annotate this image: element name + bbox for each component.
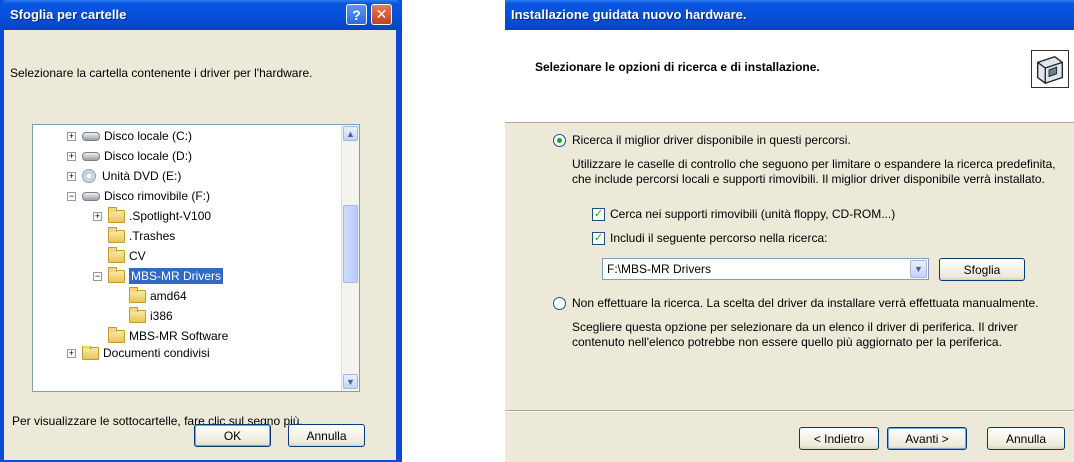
- include-path-label[interactable]: Includi il seguente percorso nella ricer…: [610, 231, 827, 245]
- scroll-down-icon[interactable]: ▼: [343, 374, 358, 389]
- tree-item[interactable]: + Disco locale (D:): [67, 146, 192, 166]
- folder-icon: [129, 306, 146, 323]
- removable-media-label[interactable]: Cerca nei supporti rimovibili (unità flo…: [610, 207, 895, 221]
- wizard-header: Selezionare le opzioni di ricerca e di i…: [505, 30, 1074, 123]
- tree-item-label: CV: [129, 249, 146, 263]
- next-button-label: Avanti >: [905, 431, 949, 446]
- wizard-cancel-button-label: Annulla: [1005, 431, 1047, 446]
- help-button[interactable]: ?: [346, 4, 367, 25]
- tree-item-label: Disco locale (C:): [104, 129, 193, 143]
- tree-item-label: .Trashes: [129, 229, 176, 243]
- tree-item[interactable]: amd64: [129, 286, 187, 306]
- footer-divider: [505, 410, 1074, 412]
- removable-drive-icon: [82, 191, 100, 201]
- close-button[interactable]: ✕: [371, 4, 392, 25]
- hard-drive-icon: [82, 131, 100, 141]
- browse-button-label: Sfoglia: [963, 262, 1001, 277]
- browse-prompt: Selezionare la cartella contenente i dri…: [10, 66, 313, 80]
- scroll-thumb[interactable]: [343, 205, 358, 283]
- wizard-cancel-button[interactable]: Annulla: [987, 427, 1065, 450]
- open-folder-icon: [108, 266, 125, 283]
- tree-item[interactable]: + Documenti condivisi: [67, 346, 210, 360]
- wizard-heading: Selezionare le opzioni di ricerca e di i…: [535, 60, 820, 74]
- folder-tree[interactable]: + Disco locale (C:) + Disco locale (D:) …: [32, 124, 360, 392]
- tree-item-selected[interactable]: − MBS-MR Drivers: [93, 266, 223, 286]
- search-path-value[interactable]: F:\MBS-MR Drivers: [607, 262, 711, 276]
- browse-button[interactable]: Sfoglia: [939, 258, 1025, 281]
- browse-dialog-title: Sfoglia per cartelle: [10, 7, 127, 22]
- tree-item[interactable]: .Trashes: [108, 226, 175, 246]
- back-button-label: < Indietro: [813, 431, 865, 446]
- search-option-radio[interactable]: [553, 134, 566, 147]
- folder-icon: [129, 286, 146, 303]
- folder-icon: [82, 346, 99, 360]
- tree-item-label: Documenti condivisi: [103, 346, 210, 360]
- tree-item-label: MBS-MR Drivers: [129, 268, 223, 284]
- tree-item[interactable]: − Disco rimovibile (F:): [67, 186, 210, 206]
- search-option-label[interactable]: Ricerca il miglior driver disponibile in…: [572, 133, 851, 147]
- tree-scrollbar[interactable]: ▲ ▼: [341, 125, 359, 391]
- tree-item-label: .Spotlight-V100: [129, 209, 212, 223]
- browse-dialog-titlebar[interactable]: Sfoglia per cartelle ? ✕: [0, 0, 402, 30]
- tree-item[interactable]: i386: [129, 306, 173, 326]
- expand-icon[interactable]: +: [93, 211, 102, 221]
- cancel-button-label: Annulla: [306, 428, 347, 443]
- hardware-wizard-dialog: Installazione guidata nuovo hardware. Se…: [505, 0, 1074, 462]
- manual-description-line-1: Scegliere questa opzione per selezionare…: [572, 320, 1018, 334]
- back-button[interactable]: < Indietro: [799, 427, 879, 450]
- hardware-icon: [1031, 50, 1069, 88]
- search-path-combobox[interactable]: F:\MBS-MR Drivers ▼: [602, 258, 929, 280]
- wizard-title: Installazione guidata nuovo hardware.: [511, 7, 747, 22]
- tree-item-label: Disco rimovibile (F:): [104, 189, 211, 203]
- tree-item-label: Unità DVD (E:): [102, 169, 182, 183]
- tree-item-label: amd64: [150, 289, 187, 303]
- help-icon: ?: [352, 6, 361, 23]
- next-button[interactable]: Avanti >: [887, 427, 967, 450]
- scroll-up-icon[interactable]: ▲: [343, 126, 358, 141]
- collapse-icon[interactable]: −: [67, 191, 76, 201]
- browse-dialog-body: Selezionare la cartella contenente i dri…: [4, 30, 396, 460]
- tree-item[interactable]: + Unità DVD (E:): [67, 166, 181, 186]
- manual-option-radio[interactable]: [553, 297, 566, 310]
- chevron-down-icon[interactable]: ▼: [910, 260, 927, 278]
- expand-icon[interactable]: +: [67, 171, 76, 181]
- browse-folder-dialog: Sfoglia per cartelle ? ✕ Selezionare la …: [0, 0, 402, 462]
- expand-icon[interactable]: +: [67, 348, 76, 358]
- tree-item[interactable]: MBS-MR Software: [108, 326, 228, 346]
- ok-button-label: OK: [223, 428, 242, 443]
- tree-item[interactable]: CV: [108, 246, 146, 266]
- removable-media-checkbox[interactable]: ✓: [592, 208, 605, 221]
- tree-item-label: Disco locale (D:): [104, 149, 193, 163]
- folder-icon: [108, 226, 125, 243]
- manual-option-label[interactable]: Non effettuare la ricerca. La scelta del…: [572, 296, 1038, 310]
- dvd-drive-icon: [82, 169, 96, 183]
- search-description-line-2: che include percorsi locali e supporti r…: [572, 172, 1045, 186]
- manual-description-line-2: contenuto nell'elenco potrebbe non esser…: [572, 335, 1002, 349]
- expand-icon[interactable]: +: [67, 131, 76, 141]
- include-path-checkbox[interactable]: ✓: [592, 232, 605, 245]
- tree-item[interactable]: + .Spotlight-V100: [93, 206, 211, 226]
- expand-icon[interactable]: +: [67, 151, 76, 161]
- tree-item-label: i386: [150, 309, 173, 323]
- hard-drive-icon: [82, 151, 100, 161]
- tree-item[interactable]: + Disco locale (C:): [67, 126, 192, 146]
- tree-item-label: MBS-MR Software: [129, 329, 229, 343]
- folder-icon: [108, 326, 125, 343]
- collapse-icon[interactable]: −: [93, 271, 102, 281]
- ok-button[interactable]: OK: [194, 424, 271, 447]
- close-icon: ✕: [375, 6, 388, 22]
- wizard-titlebar[interactable]: Installazione guidata nuovo hardware.: [505, 0, 1074, 30]
- folder-icon: [108, 246, 125, 263]
- folder-icon: [108, 206, 125, 223]
- search-description-line-1: Utilizzare le caselle di controllo che s…: [572, 157, 1056, 171]
- cancel-button[interactable]: Annulla: [288, 424, 365, 447]
